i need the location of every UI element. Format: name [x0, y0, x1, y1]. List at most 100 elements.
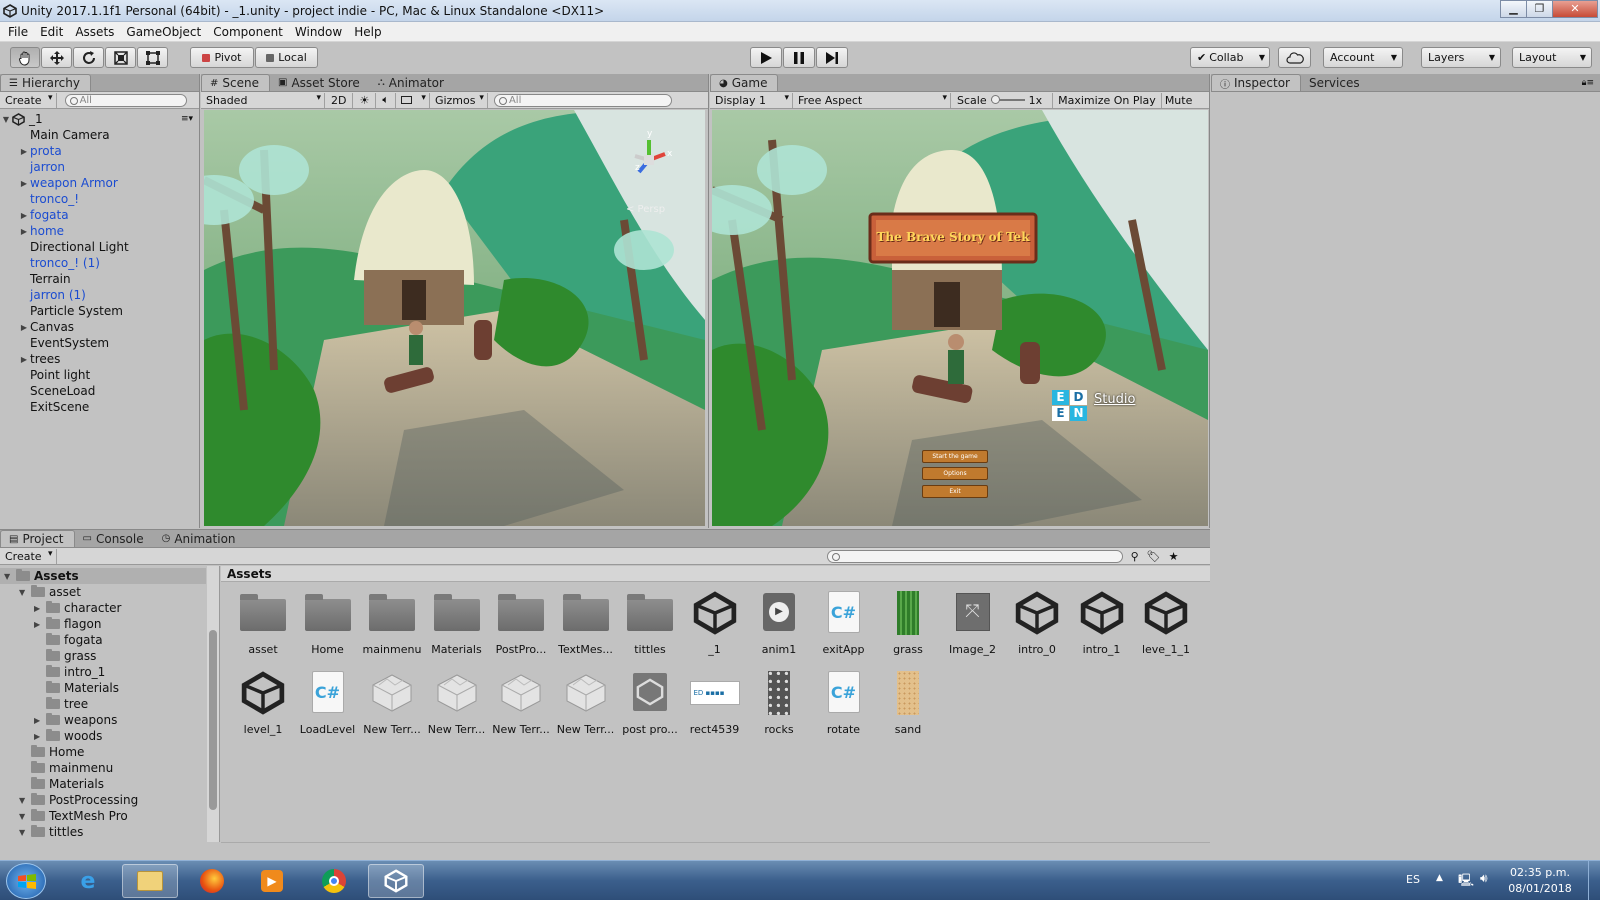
display-dropdown[interactable]: Display 1 [710, 92, 793, 108]
account-dropdown[interactable]: Account ▼ [1323, 47, 1403, 68]
menu-edit[interactable]: Edit [34, 25, 69, 39]
scene-root-row[interactable]: ▼ _1 ≡▾ [0, 111, 199, 127]
hierarchy-item[interactable]: jarron (1) [18, 287, 86, 303]
close-button[interactable]: ✕ [1552, 0, 1598, 18]
hierarchy-item[interactable]: ▶ fogata [18, 207, 69, 223]
start-button[interactable] [6, 863, 46, 899]
asset-item[interactable]: C# exitApp [814, 591, 874, 667]
persp-label[interactable]: < Persp [626, 204, 665, 215]
asset-item[interactable]: rocks [749, 671, 809, 747]
hand-tool-button[interactable] [10, 47, 40, 68]
layers-dropdown[interactable]: Layers ▼ [1421, 47, 1501, 68]
hierarchy-item[interactable]: ExitScene [18, 399, 89, 415]
star-icon[interactable]: ★ [1169, 550, 1179, 563]
pause-button[interactable] [783, 47, 815, 68]
asset-item[interactable]: TextMes... [556, 591, 616, 667]
menu-component[interactable]: Component [207, 25, 289, 39]
tab-hierarchy[interactable]: ☰ Hierarchy [0, 74, 91, 91]
options-button[interactable]: Options [922, 467, 988, 480]
tab-animator[interactable]: ⛬ Animator [370, 74, 454, 91]
project-tree-item[interactable]: grass [0, 648, 206, 664]
language-indicator[interactable]: ES [1406, 873, 1420, 886]
expand-arrow-icon[interactable]: ▶ [18, 355, 30, 364]
tab-inspector[interactable]: ⓘ Inspector [1211, 74, 1301, 91]
asset-item[interactable]: New Terr... [362, 671, 422, 747]
maximize-on-play-toggle[interactable]: Maximize On Play [1052, 92, 1161, 108]
expand-arrow-icon[interactable]: ▼ [19, 588, 31, 597]
tab-game[interactable]: ◕ Game [710, 74, 779, 91]
rect-tool-button[interactable] [137, 47, 168, 68]
project-tree-item[interactable]: ▶ woods [0, 728, 206, 744]
expand-arrow-icon[interactable]: ▶ [18, 179, 30, 188]
mute-audio-toggle[interactable]: Mute A [1160, 92, 1195, 108]
hierarchy-item[interactable]: ▶ trees [18, 351, 60, 367]
project-tree-item[interactable]: intro_1 [0, 664, 206, 680]
hierarchy-item[interactable]: tronco_! (1) [18, 255, 100, 271]
project-tree-item[interactable]: mainmenu [0, 760, 206, 776]
hierarchy-item[interactable]: EventSystem [18, 335, 109, 351]
expand-arrow-icon[interactable]: ▼ [19, 796, 31, 805]
tab-services[interactable]: Services [1301, 74, 1370, 91]
project-tree-item[interactable]: ▼ TextMesh Pro [0, 808, 206, 824]
shading-mode-dropdown[interactable]: Shaded [201, 92, 325, 108]
minimize-button[interactable]: ▁ [1500, 0, 1527, 18]
hierarchy-item[interactable]: ▶ prota [18, 143, 62, 159]
tab-console[interactable]: ▭ Console [75, 530, 154, 547]
project-create-button[interactable]: Create [0, 548, 57, 564]
hierarchy-item[interactable]: ▶ weapon Armor [18, 175, 118, 191]
menu-window[interactable]: Window [289, 25, 348, 39]
project-tree-item[interactable]: ▼ asset [0, 584, 206, 600]
asset-item[interactable]: ED ▪▪▪▪ rect4539 [685, 671, 745, 747]
toggle-2d-button[interactable]: 2D [325, 92, 354, 108]
hierarchy-item[interactable]: ▶ Canvas [18, 319, 74, 335]
taskbar-explorer[interactable] [122, 864, 178, 898]
expand-arrow-icon[interactable]: ▼ [19, 812, 31, 821]
asset-item[interactable]: level_1 [233, 671, 293, 747]
tab-asset-store[interactable]: ▣ Asset Store [270, 74, 370, 91]
scene-search-input[interactable]: All [493, 93, 672, 107]
tab-animation[interactable]: ◷ Animation [154, 530, 246, 547]
expand-arrow-icon[interactable]: ▶ [18, 323, 30, 332]
tab-scene[interactable]: # Scene [201, 74, 270, 91]
expand-arrow-icon[interactable]: ▼ [4, 572, 16, 581]
project-tree-item[interactable]: ▶ flagon [0, 616, 206, 632]
menu-help[interactable]: Help [348, 25, 387, 39]
aspect-dropdown[interactable]: Free Aspect [793, 92, 951, 108]
asset-item[interactable]: post pro... [620, 671, 680, 747]
hierarchy-item[interactable]: Particle System [18, 303, 123, 319]
filter-type-icon[interactable]: ⚲ [1131, 550, 1139, 563]
layout-dropdown[interactable]: Layout ▼ [1512, 47, 1592, 68]
project-tree-item[interactable]: ▶ character [0, 600, 206, 616]
asset-item[interactable]: grass [878, 591, 938, 667]
hierarchy-item[interactable]: ▶ home [18, 223, 64, 239]
asset-item[interactable]: PostPro... [491, 591, 551, 667]
menu-gameobject[interactable]: GameObject [120, 25, 207, 39]
expand-arrow-icon[interactable]: ▶ [34, 716, 46, 725]
lighting-toggle-button[interactable]: ☀ [353, 92, 377, 108]
asset-item[interactable]: ⤧ Image_2 [943, 591, 1003, 667]
hierarchy-item[interactable]: SceneLoad [18, 383, 95, 399]
tree-scrollbar[interactable] [207, 566, 219, 842]
cloud-button[interactable] [1278, 47, 1311, 68]
gizmos-dropdown[interactable]: Gizmos [430, 92, 488, 108]
step-button[interactable] [816, 47, 848, 68]
asset-item[interactable]: _1 [685, 591, 745, 667]
move-tool-button[interactable] [41, 47, 72, 68]
hierarchy-item[interactable]: Point light [18, 367, 90, 383]
scale-slider[interactable] [990, 95, 1025, 104]
hierarchy-item[interactable]: Terrain [18, 271, 71, 287]
expand-arrow-icon[interactable]: ▶ [34, 620, 46, 629]
project-tree-item[interactable]: tree [0, 696, 206, 712]
asset-item[interactable]: Materials [427, 591, 487, 667]
effects-dropdown[interactable] [396, 92, 430, 108]
hierarchy-search-input[interactable]: All [64, 93, 187, 107]
asset-item[interactable]: Home [298, 591, 358, 667]
expand-arrow-icon[interactable]: ▼ [19, 828, 31, 837]
tag-icon[interactable]: 🏷︎ [1147, 550, 1161, 563]
clock-date[interactable]: 08/01/2018 [1505, 882, 1575, 895]
project-tree-item[interactable]: ▶ weapons [0, 712, 206, 728]
assets-breadcrumb[interactable]: Assets [221, 566, 1210, 582]
expand-arrow-icon[interactable]: ▶ [18, 147, 30, 156]
menu-assets[interactable]: Assets [69, 25, 120, 39]
expand-arrow-icon[interactable]: ▼ [0, 115, 12, 124]
